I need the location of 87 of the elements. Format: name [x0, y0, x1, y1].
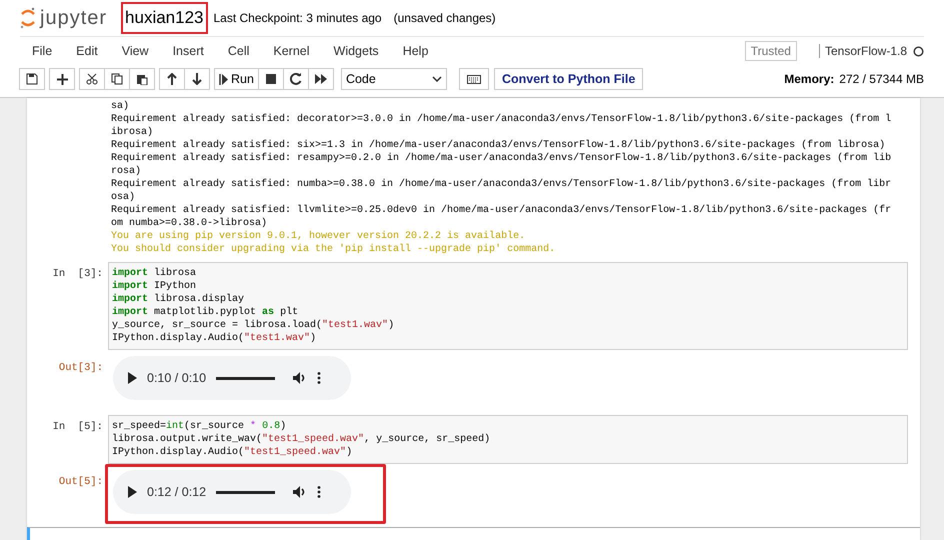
notebook-name[interactable]: huxian123	[121, 2, 208, 34]
restart-button[interactable]	[282, 68, 309, 90]
warning-line: You are using pip version 9.0.1, however version 20.2.2 is available.	[111, 230, 526, 243]
menu-item[interactable]: Widgets	[322, 44, 391, 58]
out-prompt: Out[5]:	[58, 475, 103, 490]
play-icon	[127, 486, 137, 498]
cell-type-select[interactable]: Code	[340, 68, 447, 90]
cut-button[interactable]	[79, 68, 105, 90]
code-line: librosa.output.write_wav("test1_speed.wav", y_source, sr_speed)	[112, 433, 492, 446]
menu-item[interactable]: File	[20, 44, 64, 58]
output-line: Requirement already satisfied: six>=1.3 in /home/ma-user/anaconda3/envs/TensorFlow-1.8/lib/python3.6/site-packages (from librosa)	[111, 139, 886, 152]
jupyter-logo-icon	[20, 7, 36, 29]
output-line: ibrosa)	[111, 126, 154, 139]
more-icon	[317, 486, 322, 498]
code-line: sr_speed=int(sr_source * 0.8)	[112, 420, 288, 433]
code-input[interactable]: sr_speed=int(sr_source * 0.8) librosa.output.write_wav("test1_speed.wav", y_source, sr_speed) IPython.display.Audio("test1_speed.wav")	[108, 415, 908, 464]
output-line: Requirement already satisfied: resampy>=0.2.0 in /home/ma-user/anaconda3/envs/TensorFlow-1.8/lib/python3.6/site-packages (from lib	[111, 152, 892, 165]
keyboard-button[interactable]	[458, 68, 489, 90]
menu-item[interactable]: Edit	[64, 44, 110, 58]
menu-item[interactable]: Kernel	[261, 44, 322, 58]
insert-cell-button[interactable]	[49, 68, 75, 90]
keyboard-icon	[466, 74, 481, 84]
move-down-button[interactable]	[184, 68, 210, 90]
volume-icon	[293, 372, 308, 384]
output-line: Requirement already satisfied: decorator>=3.0.0 in /home/ma-user/anaconda3/envs/TensorFlow-1.8/lib/python3.6/site-packages (from l	[111, 113, 892, 126]
save-button[interactable]	[19, 68, 45, 90]
scissors-icon	[86, 73, 98, 85]
audio-time: 0:12 / 0:12	[147, 485, 206, 499]
seek-slider[interactable]	[216, 490, 276, 494]
audio-time: 0:10 / 0:10	[147, 371, 206, 385]
warning-line: You should consider upgrading via the 'pip install --upgrade pip' command.	[111, 243, 556, 256]
output-line: om numba>=0.38.0->librosa)	[111, 217, 268, 230]
fast-forward-icon	[314, 74, 327, 84]
output-line: Requirement already satisfied: llvmlite>=0.25.0dev0 in /home/ma-user/anaconda3/envs/TensorFlow-1.8/lib/python3.6/site-packages (fr	[111, 204, 892, 217]
code-line: import librosa	[112, 267, 198, 280]
in-prompt: In [5]:	[52, 420, 103, 435]
convert-button[interactable]: Convert to Python File	[494, 68, 644, 90]
menu-item[interactable]: Help	[390, 44, 440, 58]
out-prompt: Out[3]:	[58, 361, 103, 376]
logo-text: jupyter	[40, 6, 108, 30]
more-icon	[317, 372, 322, 384]
output-line: Requirement already satisfied: numba>=0.38.0 in /home/ma-user/anaconda3/envs/TensorFlow-1.8/lib/python3.6/site-packages (from libr	[111, 178, 892, 191]
paste-icon	[136, 73, 148, 85]
restart-icon	[290, 73, 302, 85]
stop-icon	[266, 74, 276, 84]
seek-slider[interactable]	[216, 376, 276, 380]
menu-item[interactable]: Insert	[160, 44, 216, 58]
arrow-down-icon	[192, 73, 202, 85]
autosave-status: (unsaved changes)	[394, 11, 496, 25]
notebook-cell[interactable]: In [5]: sr_speed=int(sr_source * 0.8) librosa.output.write_wav("test1_speed.wav", y_source, sr_speed) IPython.display.Audio("test1_speed.wav") Out[5]: 0:12 / 0:12	[27, 413, 920, 527]
move-up-button[interactable]	[159, 68, 185, 90]
code-line: IPython.display.Audio("test1.wav")	[112, 332, 318, 345]
output-line: rosa)	[111, 165, 142, 178]
checkpoint-status: Last Checkpoint: 3 minutes ago	[214, 11, 382, 25]
save-icon	[26, 73, 38, 85]
menu-item[interactable]: Cell	[216, 44, 262, 58]
chevron-down-icon	[432, 76, 442, 82]
play-icon	[127, 372, 137, 384]
code-line: import librosa.display	[112, 293, 246, 306]
code-line: import IPython	[112, 280, 198, 293]
memory-value: 272 / 57344 MB	[839, 72, 924, 86]
code-line: IPython.display.Audio("test1_speed.wav")	[112, 446, 354, 459]
audio-player[interactable]: 0:10 / 0:10	[113, 356, 351, 400]
output-line: sa)	[111, 100, 130, 113]
paste-button[interactable]	[129, 68, 155, 90]
menu-item[interactable]: View	[110, 44, 161, 58]
code-line: import matplotlib.pyplot as plt	[112, 306, 300, 319]
play-button[interactable]	[127, 372, 137, 384]
plus-icon	[56, 74, 68, 84]
output-line: osa)	[111, 191, 136, 204]
memory-label: Memory:	[784, 72, 834, 86]
kernel-name: TensorFlow-1.8	[818, 44, 907, 58]
step-icon	[219, 74, 228, 84]
in-prompt: In [3]:	[52, 267, 103, 282]
stop-button[interactable]	[258, 68, 284, 90]
code-line: y_source, sr_source = librosa.load("test1.wav")	[112, 319, 396, 332]
copy-button[interactable]	[104, 68, 130, 90]
arrow-up-icon	[167, 73, 177, 85]
copy-icon	[111, 73, 123, 85]
code-input[interactable]: import librosa import IPython import librosa.display import matplotlib.pyplot as plt y_source, sr_source = librosa.load("test1.wav") IPython.display.Audio("test1.wav")	[108, 262, 908, 350]
notebook-cell[interactable]: In [3]: import librosa import IPython import librosa.display import matplotlib.pyplot as plt y_source, sr_source = librosa.load("test1.wav") IPython.display.Audio("test1.wav") Out[3]: 0:10 / 0:10	[27, 260, 920, 413]
trusted-badge[interactable]: Trusted	[744, 41, 797, 61]
fast-forward-button[interactable]	[308, 68, 334, 90]
volume-icon	[293, 486, 308, 498]
play-button[interactable]	[127, 486, 137, 498]
run-button[interactable]: Run	[214, 68, 259, 90]
audio-player[interactable]: 0:12 / 0:12	[113, 470, 351, 514]
